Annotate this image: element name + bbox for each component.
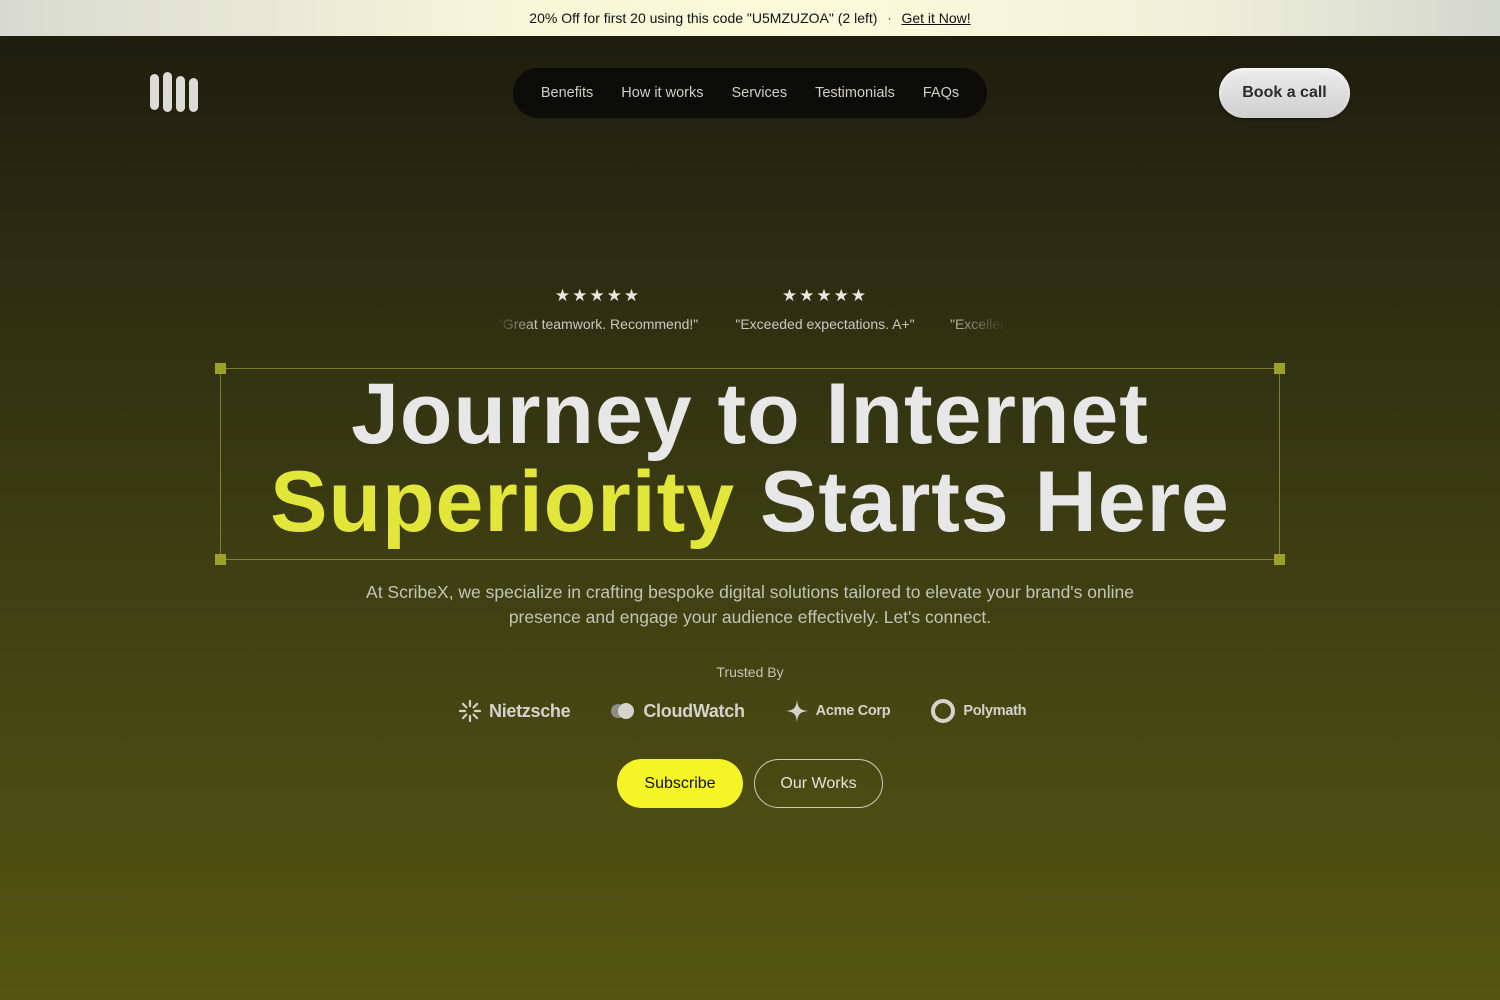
book-a-call-button[interactable]: Book a call [1219, 68, 1350, 118]
brand-nietzsche: Nietzsche [458, 699, 571, 723]
star-rating-icon: ★★★★★ [554, 286, 642, 305]
frame-handle-bottom-right [1274, 554, 1285, 565]
nav-item-testimonials[interactable]: Testimonials [801, 85, 909, 101]
trusted-by-label: Trusted By [716, 664, 784, 680]
review-card: ★★★★★ "Great teamwork. Recommend!" [495, 285, 701, 332]
promo-text: 20% Off for first 20 using this code "U5… [529, 10, 878, 26]
review-card: ★★★★★ "Excellent [950, 285, 1007, 332]
promo-banner: 20% Off for first 20 using this code "U5… [0, 0, 1500, 36]
trusted-logos: Nietzsche CloudWatch Acme Corp Polymath [458, 696, 1048, 726]
frame-handle-bottom-left [215, 554, 226, 565]
brand-polymath: Polymath [930, 698, 1027, 724]
brand-acme-corp: Acme Corp [785, 699, 891, 723]
brand-name: Nietzsche [489, 700, 571, 721]
headline-accent-word: Superiority [270, 454, 736, 550]
review-quote: "Exceeded expectations. A+" [735, 316, 915, 332]
sparkle-icon [785, 700, 808, 722]
review-quote: "Great teamwork. Recommend!" [497, 316, 699, 332]
our-works-button[interactable]: Our Works [754, 759, 883, 808]
star-rating-icon: ★★★★★ [781, 286, 869, 305]
star-rating-icon: ★★★★★ [950, 285, 1007, 307]
headline-line-1: Journey to Internet [351, 366, 1149, 462]
subscribe-button[interactable]: Subscribe [617, 759, 743, 808]
sunburst-icon [458, 699, 482, 723]
nav-item-services[interactable]: Services [717, 85, 801, 101]
review-ticker: ★★★★★ "Great teamwork. Recommend!" ★★★★★… [495, 285, 1007, 337]
nav-item-benefits[interactable]: Benefits [527, 85, 607, 101]
promo-get-it-link[interactable]: Get it Now! [901, 10, 970, 26]
brand-name: Polymath [963, 703, 1027, 719]
nav-item-how-it-works[interactable]: How it works [607, 85, 717, 101]
promo-separator: · [887, 11, 892, 25]
hero-subtitle: At ScribeX, we specialize in crafting be… [366, 582, 1134, 627]
brand-name: Acme Corp [815, 703, 891, 719]
logo-bars-icon [150, 72, 198, 112]
site-logo[interactable] [150, 72, 200, 114]
ring-icon [931, 699, 956, 723]
nav-item-faqs[interactable]: FAQs [909, 85, 973, 101]
main-nav: Benefits How it works Services Testimoni… [513, 68, 987, 118]
headline-line-2: Starts Here [735, 454, 1230, 550]
brand-name: CloudWatch [643, 700, 745, 721]
review-card: ★★★★★ "Exceeded expectations. A+" [727, 285, 923, 332]
brand-cloudwatch: CloudWatch [610, 700, 745, 722]
hero-headline: Journey to Internet Superiority Starts H… [220, 368, 1280, 546]
cloud-icon [611, 703, 635, 719]
review-quote: "Excellent [950, 316, 1007, 332]
